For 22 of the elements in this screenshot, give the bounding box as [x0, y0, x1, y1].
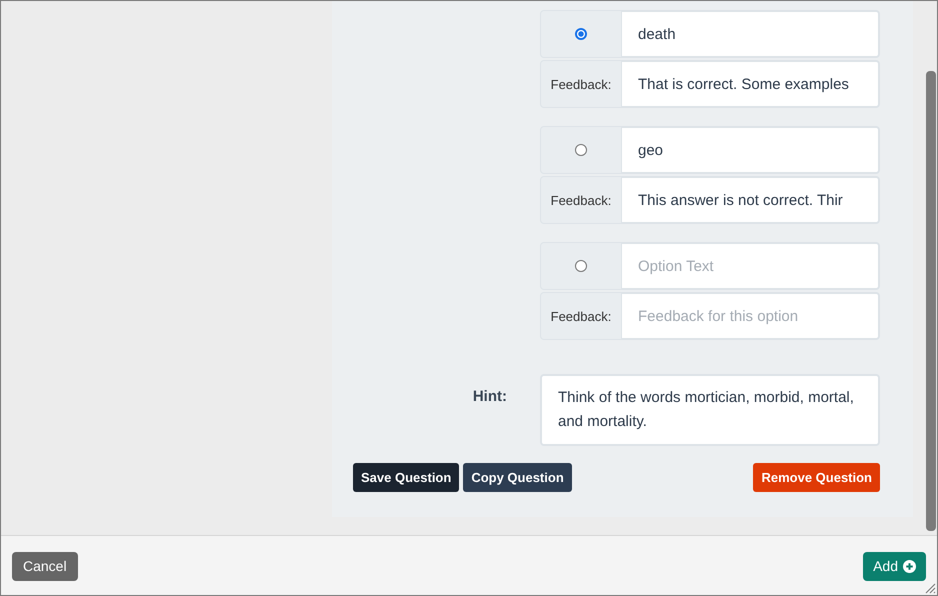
- hint-field[interactable]: Think of the words mortician, morbid, mortal, and mortality.: [540, 374, 880, 446]
- radio-button[interactable]: [575, 144, 587, 156]
- feedback-field[interactable]: Feedback for this option: [622, 292, 880, 340]
- remove-question-button[interactable]: Remove Question: [753, 463, 880, 492]
- scrollbar-thumb[interactable]: [926, 71, 936, 531]
- radio-button[interactable]: [575, 260, 587, 272]
- plus-circle-icon: [903, 560, 916, 572]
- option-text-field[interactable]: Option Text: [622, 242, 880, 290]
- feedback-label: Feedback:: [540, 292, 622, 340]
- option-text-field[interactable]: death: [622, 10, 880, 58]
- hint-label: Hint:: [472, 387, 507, 407]
- add-button[interactable]: Add: [863, 552, 926, 580]
- feedback-field[interactable]: This answer is not correct. Thir: [622, 176, 880, 224]
- option-text-field[interactable]: geo: [622, 126, 880, 174]
- radio-button[interactable]: [575, 28, 587, 40]
- save-question-button[interactable]: Save Question: [353, 463, 460, 492]
- feedback-label: Feedback:: [540, 60, 622, 108]
- copy-question-button[interactable]: Copy Question: [463, 463, 572, 492]
- cancel-button[interactable]: Cancel: [12, 552, 78, 580]
- resize-grip-icon[interactable]: [925, 583, 936, 594]
- feedback-field[interactable]: That is correct. Some examples: [622, 60, 880, 108]
- feedback-label: Feedback:: [540, 176, 622, 224]
